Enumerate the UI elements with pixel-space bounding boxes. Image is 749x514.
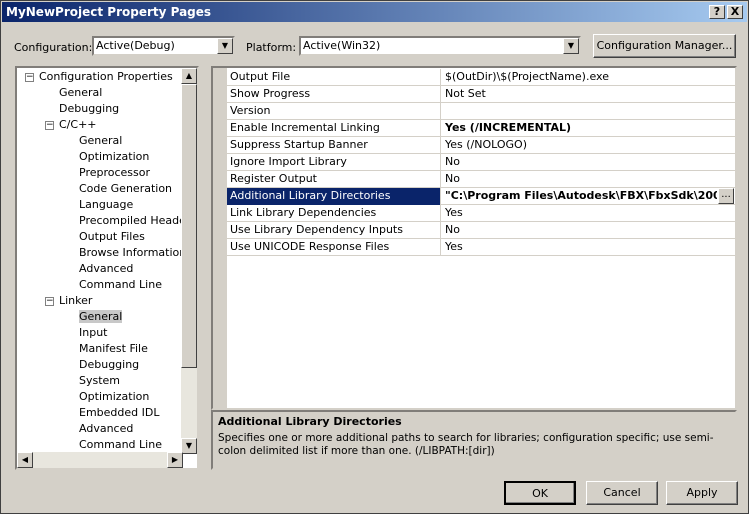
property-row[interactable]: Ignore Import Library No	[227, 154, 735, 171]
property-row[interactable]: Version	[227, 103, 735, 120]
chevron-down-icon[interactable]: ▼	[563, 38, 579, 54]
property-name: Show Progress	[227, 86, 441, 103]
tree-item-c-cpp[interactable]: C/C++	[59, 117, 97, 133]
platform-value: Active(Win32)	[303, 39, 381, 52]
tree-item-linker-manifest-file[interactable]: Manifest File	[79, 341, 148, 357]
property-name: Register Output	[227, 171, 441, 188]
property-row-selected[interactable]: Additional Library Directories "C:\Progr…	[227, 188, 735, 205]
tree-item-cpp-command-line[interactable]: Command Line	[79, 277, 162, 293]
configuration-value: Active(Debug)	[96, 39, 175, 52]
property-value[interactable]: Not Set	[442, 86, 735, 103]
apply-button[interactable]: Apply	[666, 481, 738, 505]
tree-item-cpp-browse-information[interactable]: Browse Information	[79, 245, 186, 261]
right-arrow-icon[interactable]: ▶	[167, 452, 183, 468]
help-button[interactable]: ?	[709, 5, 725, 19]
tree-item-linker-general[interactable]: General	[79, 309, 123, 325]
property-row[interactable]: Use UNICODE Response Files Yes	[227, 239, 735, 256]
tree-item-linker-system[interactable]: System	[79, 373, 120, 389]
platform-select[interactable]: Active(Win32) ▼	[299, 36, 581, 56]
property-name: Additional Library Directories	[227, 188, 441, 205]
ellipsis-button[interactable]: ...	[718, 188, 734, 204]
scroll-thumb[interactable]	[181, 84, 197, 368]
ok-button[interactable]: OK	[504, 481, 576, 505]
chevron-down-icon[interactable]: ▼	[217, 38, 233, 54]
property-name: Suppress Startup Banner	[227, 137, 441, 154]
property-tree: − Configuration Properties General Debug…	[15, 66, 199, 470]
property-value[interactable]: Yes	[442, 205, 735, 222]
tree-item-configuration-properties[interactable]: Configuration Properties	[39, 69, 173, 85]
tree-item-cpp-precompiled-headers[interactable]: Precompiled Headers	[79, 213, 196, 229]
tree-item-linker-input[interactable]: Input	[79, 325, 107, 341]
property-row[interactable]: Use Library Dependency Inputs No	[227, 222, 735, 239]
tree-item-cpp-output-files[interactable]: Output Files	[79, 229, 145, 245]
configuration-select[interactable]: Active(Debug) ▼	[92, 36, 235, 56]
minus-box-icon[interactable]: −	[45, 297, 54, 306]
tree-item-linker-optimization[interactable]: Optimization	[79, 389, 149, 405]
tree-item-cpp-code-generation[interactable]: Code Generation	[79, 181, 172, 197]
tree-item-general[interactable]: General	[59, 85, 102, 101]
property-name: Use UNICODE Response Files	[227, 239, 441, 256]
title-bar: MyNewProject Property Pages ? X	[2, 2, 747, 22]
minus-box-icon[interactable]: −	[25, 73, 34, 82]
tree-item-linker[interactable]: Linker	[59, 293, 92, 309]
property-value[interactable]	[442, 103, 735, 120]
tree-item-linker-embedded-idl[interactable]: Embedded IDL	[79, 405, 159, 421]
description-panel: Additional Library Directories Specifies…	[211, 410, 737, 470]
property-name: Use Library Dependency Inputs	[227, 222, 441, 239]
property-name: Link Library Dependencies	[227, 205, 441, 222]
tree-item-debugging[interactable]: Debugging	[59, 101, 119, 117]
property-value[interactable]: "C:\Program Files\Autodesk\FBX\FbxSdk\20…	[442, 188, 717, 205]
description-title: Additional Library Directories	[218, 415, 402, 428]
property-name: Ignore Import Library	[227, 154, 441, 171]
cancel-button[interactable]: Cancel	[586, 481, 658, 505]
property-grid: Output File $(OutDir)\$(ProjectName).exe…	[211, 66, 737, 410]
property-value[interactable]: No	[442, 171, 735, 188]
tree-item-cpp-preprocessor[interactable]: Preprocessor	[79, 165, 150, 181]
property-row[interactable]: Enable Incremental Linking Yes (/INCREME…	[227, 120, 735, 137]
property-pages-dialog: MyNewProject Property Pages ? X Configur…	[0, 0, 749, 514]
property-value[interactable]: Yes (/NOLOGO)	[442, 137, 735, 154]
property-value[interactable]: $(OutDir)\$(ProjectName).exe	[442, 69, 735, 86]
property-name: Output File	[227, 69, 441, 86]
close-button[interactable]: X	[727, 5, 743, 19]
configuration-label: Configuration:	[14, 41, 93, 54]
property-value[interactable]: Yes	[442, 239, 735, 256]
property-row[interactable]: Link Library Dependencies Yes	[227, 205, 735, 222]
up-arrow-icon[interactable]: ▲	[181, 68, 197, 84]
property-value[interactable]: Yes (/INCREMENTAL)	[442, 120, 735, 137]
window-title: MyNewProject Property Pages	[6, 5, 212, 19]
property-value[interactable]: No	[442, 154, 735, 171]
platform-label: Platform:	[246, 41, 297, 54]
tree-vertical-scrollbar[interactable]: ▲ ▼	[181, 68, 197, 454]
property-row[interactable]: Suppress Startup Banner Yes (/NOLOGO)	[227, 137, 735, 154]
property-name: Version	[227, 103, 441, 120]
tree-item-cpp-general[interactable]: General	[79, 133, 122, 149]
property-row[interactable]: Show Progress Not Set	[227, 86, 735, 103]
property-row[interactable]: Output File $(OutDir)\$(ProjectName).exe	[227, 69, 735, 86]
property-name: Enable Incremental Linking	[227, 120, 441, 137]
property-row[interactable]: Register Output No	[227, 171, 735, 188]
left-arrow-icon[interactable]: ◀	[17, 452, 33, 468]
tree-horizontal-scrollbar[interactable]: ◀ ▶	[17, 452, 183, 468]
minus-box-icon[interactable]: −	[45, 121, 54, 130]
grid-gutter	[213, 68, 227, 408]
tree-item-cpp-language[interactable]: Language	[79, 197, 133, 213]
down-arrow-icon[interactable]: ▼	[181, 438, 197, 454]
tree-item-cpp-optimization[interactable]: Optimization	[79, 149, 149, 165]
tree-item-cpp-advanced[interactable]: Advanced	[79, 261, 133, 277]
property-value[interactable]: No	[442, 222, 735, 239]
description-body: Specifies one or more additional paths t…	[218, 432, 714, 457]
tree-item-linker-advanced[interactable]: Advanced	[79, 421, 133, 437]
tree-item-linker-debugging[interactable]: Debugging	[79, 357, 139, 373]
configuration-manager-button[interactable]: Configuration Manager...	[593, 34, 736, 58]
tree-item-linker-command-line[interactable]: Command Line	[79, 437, 162, 453]
